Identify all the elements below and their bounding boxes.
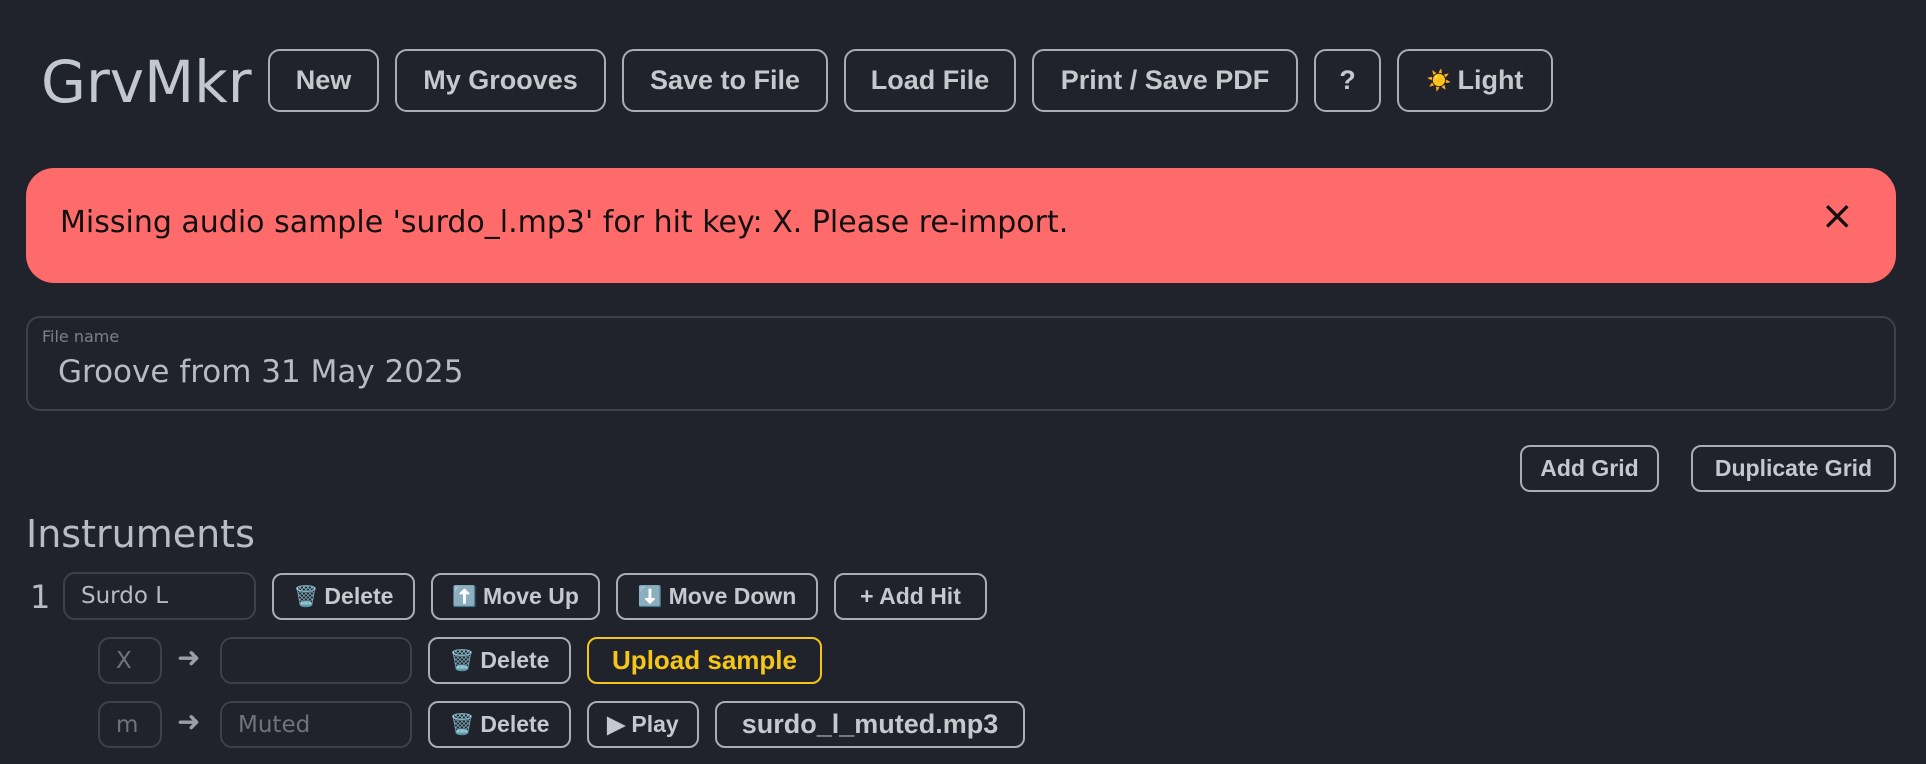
move-up-button[interactable]: ⬆️ Move Up xyxy=(431,573,600,620)
print-save-pdf-button[interactable]: Print / Save PDF xyxy=(1032,49,1298,112)
file-name-label: File name xyxy=(42,327,120,346)
arrow-right-icon: ➜ xyxy=(177,641,201,674)
arrow-up-icon: ⬆️ xyxy=(452,586,478,608)
app-brand: GrvMkr xyxy=(41,48,252,116)
alert-message: Missing audio sample 'surdo_l.mp3' for h… xyxy=(60,205,1069,240)
save-to-file-button[interactable]: Save to File xyxy=(622,49,828,112)
error-alert: Missing audio sample 'surdo_l.mp3' for h… xyxy=(26,168,1896,283)
delete-label: Delete xyxy=(480,711,550,737)
hit-name-input[interactable] xyxy=(220,637,412,684)
instruments-heading: Instruments xyxy=(26,512,255,556)
move-down-button[interactable]: ⬇️ Move Down xyxy=(616,573,818,620)
file-name-field: File name xyxy=(26,316,1896,411)
delete-hit-button[interactable]: 🗑️ Delete xyxy=(428,637,571,684)
hit-key-input[interactable] xyxy=(98,637,162,684)
trash-icon: 🗑️ xyxy=(449,714,475,736)
theme-toggle-button[interactable]: ☀️ Light xyxy=(1397,49,1553,112)
play-sample-button[interactable]: ▶ Play xyxy=(587,701,699,748)
upload-sample-button[interactable]: Upload sample xyxy=(587,637,822,684)
arrow-down-icon: ⬇️ xyxy=(637,586,663,608)
trash-icon: 🗑️ xyxy=(293,586,319,608)
close-icon[interactable]: × xyxy=(1820,196,1854,236)
delete-label: Delete xyxy=(480,647,550,673)
delete-hit-button[interactable]: 🗑️ Delete xyxy=(428,701,571,748)
help-button[interactable]: ? xyxy=(1314,49,1381,112)
add-hit-button[interactable]: + Add Hit xyxy=(834,573,987,620)
my-grooves-button[interactable]: My Grooves xyxy=(395,49,606,112)
instrument-name-input[interactable] xyxy=(63,572,256,620)
theme-toggle-label: Light xyxy=(1457,65,1524,95)
load-file-button[interactable]: Load File xyxy=(844,49,1016,112)
sun-icon: ☀️ xyxy=(1426,70,1452,92)
move-down-label: Move Down xyxy=(668,583,797,609)
hit-name-input[interactable] xyxy=(220,701,412,748)
hit-key-input[interactable] xyxy=(98,701,162,748)
file-name-input[interactable] xyxy=(58,348,1758,396)
move-up-label: Move Up xyxy=(483,583,579,609)
new-button[interactable]: New xyxy=(268,49,379,112)
delete-instrument-button[interactable]: 🗑️ Delete xyxy=(272,573,415,620)
sample-file-button[interactable]: surdo_l_muted.mp3 xyxy=(715,701,1025,748)
duplicate-grid-button[interactable]: Duplicate Grid xyxy=(1691,445,1896,492)
arrow-right-icon: ➜ xyxy=(177,705,201,738)
add-grid-button[interactable]: Add Grid xyxy=(1520,445,1659,492)
delete-label: Delete xyxy=(324,583,394,609)
trash-icon: 🗑️ xyxy=(449,650,475,672)
instrument-number: 1 xyxy=(30,578,51,616)
